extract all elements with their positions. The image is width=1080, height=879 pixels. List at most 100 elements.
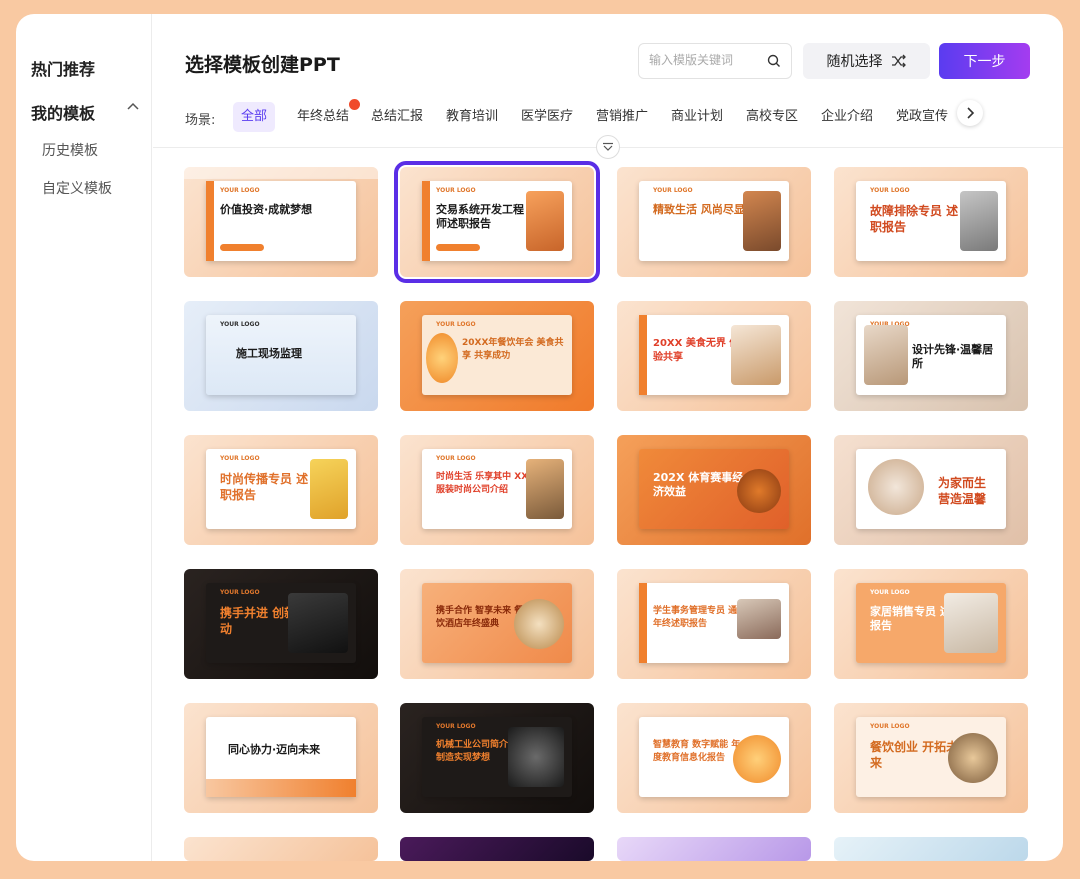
tab-university[interactable]: 高校专区	[738, 102, 806, 132]
template-card[interactable]: 同心协力·迈向未来	[184, 703, 378, 813]
slide-preview: YOUR LOGO 故障排除专员 述职报告	[856, 181, 1006, 261]
template-card[interactable]: YOUR LOGO 精致生活 风尚尽显	[617, 167, 811, 277]
search-box[interactable]	[638, 43, 792, 79]
next-step-button[interactable]: 下一步	[939, 43, 1030, 79]
sidebar-item-custom[interactable]: 自定义模板	[42, 178, 112, 198]
template-card[interactable]: YOUR LOGO 时尚传播专员 述职报告	[184, 435, 378, 545]
hot-badge-icon	[349, 99, 361, 110]
card-chip	[436, 244, 480, 251]
template-card[interactable]	[617, 837, 811, 861]
template-card[interactable]: 20XX 美食无界 体验共享	[617, 301, 811, 411]
chevron-up-icon[interactable]	[126, 101, 140, 111]
template-card[interactable]: YOUR LOGO 家居销售专员 述职报告	[834, 569, 1028, 679]
random-select-button[interactable]: 随机选择	[803, 43, 930, 79]
card-chip	[220, 244, 264, 251]
template-card[interactable]: YOUR LOGO 20XX年餐饮年会 美食共享 共享成功	[400, 301, 594, 411]
template-card[interactable]: YOUR LOGO 价值投资·成就梦想	[184, 167, 378, 277]
category-label: 场景:	[185, 113, 216, 128]
card-title: 故障排除专员 述职报告	[870, 204, 959, 234]
tab-education[interactable]: 教育培训	[438, 102, 506, 132]
categories-scroll-right-button[interactable]	[957, 100, 983, 126]
template-card[interactable]	[184, 837, 378, 861]
card-title: 202X 体育赛事经济效益	[653, 471, 744, 498]
template-card[interactable]: 智慧教育 数字赋能 年度教育信息化报告	[617, 703, 811, 813]
sidebar-item-mine[interactable]: 我的模板	[31, 100, 95, 124]
card-logo: YOUR LOGO	[870, 723, 910, 730]
card-strip	[184, 167, 378, 179]
slide-preview: 携手合作 智享未来 餐饮酒店年终盛典	[422, 583, 572, 663]
tab-medical[interactable]: 医学医疗	[513, 102, 581, 132]
slide-preview: 智慧教育 数字赋能 年度教育信息化报告	[639, 717, 789, 797]
card-accent	[639, 583, 647, 663]
random-select-label: 随机选择	[826, 54, 883, 70]
slide-preview: YOUR LOGO 精致生活 风尚尽显	[639, 181, 789, 261]
card-title: 精致生活 风尚尽显	[653, 203, 745, 216]
tab-company[interactable]: 企业介绍	[813, 102, 881, 132]
tab-party[interactable]: 党政宣传	[888, 102, 956, 132]
photo-image	[737, 599, 781, 639]
card-accent	[206, 181, 214, 261]
slide-preview: YOUR LOGO 携手并进 创新驱动	[206, 583, 356, 663]
card-logo: YOUR LOGO	[220, 187, 260, 194]
template-card[interactable]: YOUR LOGO 机械工业公司简介 精准制造实现梦想	[400, 703, 594, 813]
card-title: 时尚生活 乐享其中 XX服装时尚公司介绍	[436, 472, 529, 495]
slide-preview: 202X 体育赛事经济效益	[639, 449, 789, 529]
shuffle-icon	[891, 54, 906, 68]
room-image	[944, 593, 998, 653]
card-logo: YOUR LOGO	[220, 455, 260, 462]
laptop-image	[733, 735, 781, 783]
template-card[interactable]: YOUR LOGO 设计先锋·温馨居所	[834, 301, 1028, 411]
slide-preview: YOUR LOGO 家居销售专员 述职报告	[856, 583, 1006, 663]
slide-preview: YOUR LOGO 时尚生活 乐享其中 XX服装时尚公司介绍	[422, 449, 572, 529]
page-title: 选择模板创建PPT	[185, 54, 340, 76]
dish-image	[948, 733, 998, 783]
template-card[interactable]	[834, 837, 1028, 861]
template-card[interactable]: 为家而生 营造温馨	[834, 435, 1028, 545]
tab-marketing[interactable]: 营销推广	[588, 102, 656, 132]
tab-summary[interactable]: 总结汇报	[363, 102, 431, 132]
slide-preview: 同心协力·迈向未来	[206, 717, 356, 797]
slide-preview: 学生事务管理专员 通用年终述职报告	[639, 583, 789, 663]
template-card[interactable]: YOUR LOGO 时尚生活 乐享其中 XX服装时尚公司介绍	[400, 435, 594, 545]
template-card[interactable]: 202X 体育赛事经济效益	[617, 435, 811, 545]
sidebar-item-history[interactable]: 历史模板	[42, 140, 98, 160]
equipment-image	[960, 191, 998, 251]
orange-image	[426, 333, 458, 383]
sidebar: 热门推荐 我的模板 历史模板 自定义模板	[16, 14, 152, 861]
sidebar-item-hot[interactable]: 热门推荐	[31, 56, 95, 80]
tab-all[interactable]: 全部	[233, 102, 276, 132]
template-card[interactable]: YOUR LOGO 故障排除专员 述职报告	[834, 167, 1028, 277]
tab-business-plan[interactable]: 商业计划	[663, 102, 731, 132]
chevron-right-icon	[967, 107, 975, 119]
card-title: 同心协力·迈向未来	[228, 743, 321, 756]
card-logo: YOUR LOGO	[870, 187, 910, 194]
tab-year-end[interactable]: 年终总结	[289, 99, 361, 132]
card-wave	[206, 779, 356, 797]
gear-image	[508, 727, 564, 787]
person-image	[526, 191, 564, 251]
card-logo: YOUR LOGO	[436, 723, 476, 730]
card-logo: YOUR LOGO	[436, 455, 476, 462]
template-card-selected[interactable]: YOUR LOGO 交易系统开发工程师述职报告	[394, 161, 600, 283]
template-card[interactable]: YOUR LOGO 施工现场监理	[184, 301, 378, 411]
food-image	[514, 599, 564, 649]
main-panel: 选择模板创建PPT 随机选择 下一步 场景: 全部 年终总结 总结汇报 教育培训	[153, 14, 1063, 861]
template-card[interactable]: YOUR LOGO 携手并进 创新驱动	[184, 569, 378, 679]
person-image	[743, 191, 781, 251]
template-card[interactable]	[400, 837, 594, 861]
slide-preview: YOUR LOGO 价值投资·成就梦想	[206, 181, 356, 261]
slide-preview: 为家而生 营造温馨	[856, 449, 1006, 529]
slide-preview: YOUR LOGO 时尚传播专员 述职报告	[206, 449, 356, 529]
card-title: 交易系统开发工程师述职报告	[436, 203, 524, 230]
template-card[interactable]: YOUR LOGO 餐饮创业 开拓未来	[834, 703, 1028, 813]
search-input[interactable]	[649, 53, 759, 67]
card-title: 时尚传播专员 述职报告	[220, 472, 309, 502]
search-icon[interactable]	[767, 54, 781, 68]
chevron-down-icon	[603, 142, 613, 151]
card-title: 价值投资·成就梦想	[220, 203, 313, 216]
template-card[interactable]: 学生事务管理专员 通用年终述职报告	[617, 569, 811, 679]
card-logo: YOUR LOGO	[870, 589, 910, 596]
template-card[interactable]: 携手合作 智享未来 餐饮酒店年终盛典	[400, 569, 594, 679]
expand-categories-button[interactable]	[596, 135, 620, 159]
card-accent	[422, 181, 430, 261]
